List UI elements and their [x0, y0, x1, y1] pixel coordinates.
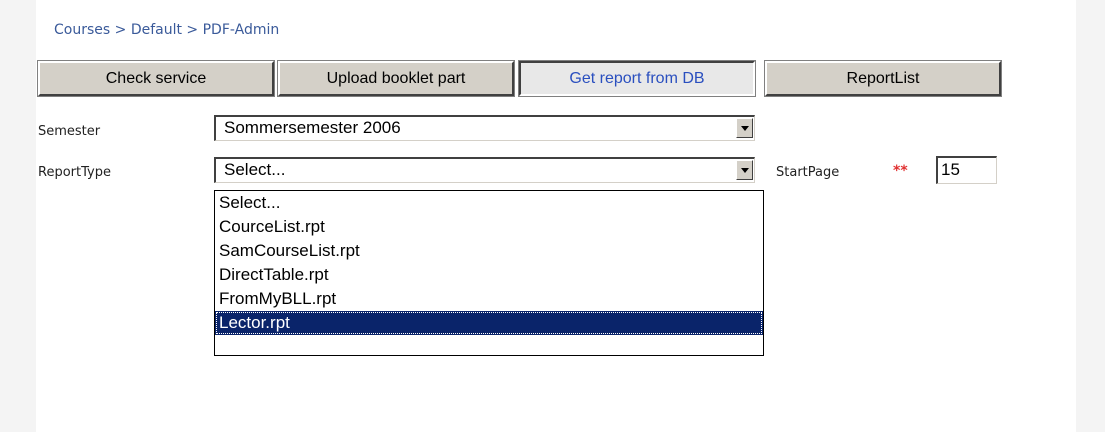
- dropdown-option[interactable]: CourceList.rpt: [215, 215, 763, 239]
- reporttype-value: Select...: [224, 160, 286, 179]
- semester-value: Sommersemester 2006: [224, 118, 401, 137]
- dropdown-option[interactable]: SamCourseList.rpt: [215, 239, 763, 263]
- dropdown-option[interactable]: FromMyBLL.rpt: [215, 287, 763, 311]
- startpage-input[interactable]: 15: [936, 156, 997, 184]
- reportlist-button[interactable]: ReportList: [764, 60, 1002, 97]
- get-report-from-db-button[interactable]: Get report from DB: [518, 60, 756, 97]
- startpage-label: StartPage: [776, 165, 840, 180]
- semester-label: Semester: [38, 124, 101, 139]
- chevron-down-icon[interactable]: [736, 118, 753, 138]
- reporttype-select[interactable]: Select...: [214, 157, 755, 183]
- breadcrumb-separator: >: [114, 22, 127, 38]
- breadcrumb-default[interactable]: Default: [131, 22, 182, 38]
- required-marker: **: [893, 163, 908, 179]
- dropdown-option[interactable]: DirectTable.rpt: [215, 263, 763, 287]
- check-service-button[interactable]: Check service: [37, 60, 275, 97]
- breadcrumb: Courses > Default > PDF-Admin: [54, 22, 279, 38]
- breadcrumb-courses[interactable]: Courses: [54, 22, 110, 38]
- dropdown-option-selected[interactable]: Lector.rpt: [215, 311, 763, 335]
- semester-select[interactable]: Sommersemester 2006: [214, 115, 755, 141]
- page: Courses > Default > PDF-Admin Check serv…: [0, 0, 1105, 432]
- reporttype-dropdown-list: Select... CourceList.rpt SamCourseList.r…: [214, 190, 764, 356]
- breadcrumb-separator: >: [186, 22, 199, 38]
- upload-booklet-part-button[interactable]: Upload booklet part: [277, 60, 515, 97]
- breadcrumb-pdf-admin[interactable]: PDF-Admin: [203, 22, 280, 38]
- dropdown-option[interactable]: Select...: [215, 191, 763, 215]
- chevron-down-icon[interactable]: [736, 160, 753, 180]
- reporttype-label: ReportType: [38, 165, 111, 180]
